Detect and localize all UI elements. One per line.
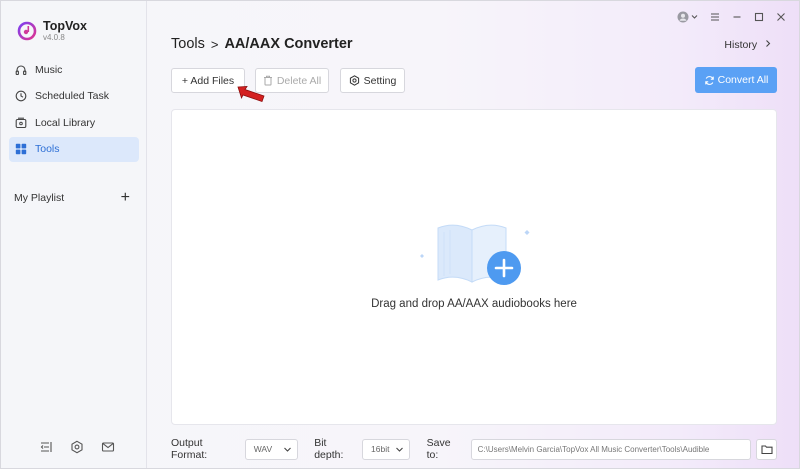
add-playlist-button[interactable]: + bbox=[121, 190, 130, 206]
add-files-label: + Add Files bbox=[181, 74, 235, 87]
app-version: v4.0.8 bbox=[43, 33, 65, 42]
bit-depth-select[interactable]: 16bit bbox=[362, 438, 410, 460]
sidebar-item-label: Local Library bbox=[35, 116, 96, 129]
collapse-sidebar-icon[interactable] bbox=[39, 440, 53, 454]
drop-zone-text: Drag and drop AA/AAX audiobooks here bbox=[371, 298, 577, 310]
convert-all-label: Convert All bbox=[717, 74, 769, 86]
refresh-icon bbox=[704, 75, 715, 86]
gear-icon bbox=[349, 75, 360, 86]
save-to-label: Save to: bbox=[426, 437, 451, 461]
clock-icon bbox=[15, 90, 27, 102]
bit-depth-label: Bit depth: bbox=[314, 437, 344, 461]
sidebar-item-label: Music bbox=[35, 63, 63, 76]
add-files-button[interactable]: + Add Files bbox=[171, 68, 245, 93]
chevron-right-icon bbox=[766, 40, 771, 47]
add-book-illustration-icon bbox=[420, 224, 530, 285]
chevron-down-icon bbox=[284, 447, 292, 452]
setting-label: Setting bbox=[363, 74, 397, 87]
sidebar-item-label: Tools bbox=[35, 143, 60, 155]
grid-icon bbox=[15, 143, 27, 155]
history-label: History bbox=[724, 39, 758, 51]
sidebar-nav: Music Scheduled Task Local Library Tools bbox=[9, 57, 139, 163]
topvox-logo-icon bbox=[17, 21, 37, 41]
setting-button[interactable]: Setting bbox=[340, 68, 405, 93]
playlist-label: My Playlist bbox=[14, 192, 65, 204]
folder-icon bbox=[761, 444, 773, 454]
sidebar-item-tools[interactable]: Tools bbox=[9, 136, 139, 162]
sidebar-item-scheduled-task[interactable]: Scheduled Task bbox=[9, 84, 139, 109]
convert-all-button[interactable]: Convert All bbox=[695, 67, 777, 93]
browse-folder-button[interactable] bbox=[756, 438, 777, 460]
save-to-path-value: C:\Users\Melvin Garcia\TopVox All Music … bbox=[477, 444, 710, 454]
history-link[interactable]: History bbox=[724, 39, 773, 51]
window-controls bbox=[677, 11, 787, 23]
mail-icon[interactable] bbox=[101, 440, 115, 454]
breadcrumb-separator: > bbox=[210, 36, 219, 52]
pointer-arrow-icon bbox=[237, 86, 265, 103]
playlist-header: My Playlist + bbox=[14, 190, 130, 206]
maximize-icon[interactable] bbox=[753, 11, 765, 23]
app-window: TopVox v4.0.8 Music Scheduled Task Local… bbox=[0, 0, 800, 469]
output-format-value: WAV bbox=[253, 444, 273, 454]
bottom-bar: Output Format: WAV Bit depth: 16bit Save… bbox=[171, 437, 777, 461]
sidebar: TopVox v4.0.8 Music Scheduled Task Local… bbox=[1, 1, 147, 468]
output-format-select[interactable]: WAV bbox=[244, 438, 299, 460]
sidebar-item-label: Scheduled Task bbox=[35, 90, 109, 102]
delete-all-label: Delete All bbox=[276, 74, 322, 87]
minimize-icon[interactable] bbox=[731, 11, 743, 23]
breadcrumb-root[interactable]: Tools bbox=[171, 36, 205, 52]
brand: TopVox v4.0.8 bbox=[17, 19, 87, 43]
headphones-icon bbox=[15, 64, 27, 76]
sidebar-footer bbox=[39, 440, 115, 454]
close-icon[interactable] bbox=[775, 11, 787, 23]
drop-zone[interactable]: Drag and drop AA/AAX audiobooks here bbox=[171, 109, 777, 425]
chevron-down-icon bbox=[395, 447, 403, 452]
user-avatar-icon[interactable] bbox=[677, 11, 699, 23]
settings-icon[interactable] bbox=[70, 440, 84, 454]
output-format-label: Output Format: bbox=[171, 437, 208, 461]
bit-depth-value: 16bit bbox=[371, 444, 390, 454]
breadcrumb: Tools > AA/AAX Converter bbox=[171, 36, 353, 52]
page-title: AA/AAX Converter bbox=[224, 36, 353, 52]
save-to-path-field[interactable]: C:\Users\Melvin Garcia\TopVox All Music … bbox=[470, 438, 752, 460]
library-icon bbox=[15, 117, 27, 129]
sidebar-item-music[interactable]: Music bbox=[9, 57, 139, 82]
menu-icon[interactable] bbox=[709, 11, 721, 23]
app-name: TopVox bbox=[43, 19, 87, 33]
sidebar-item-local-library[interactable]: Local Library bbox=[9, 110, 139, 135]
